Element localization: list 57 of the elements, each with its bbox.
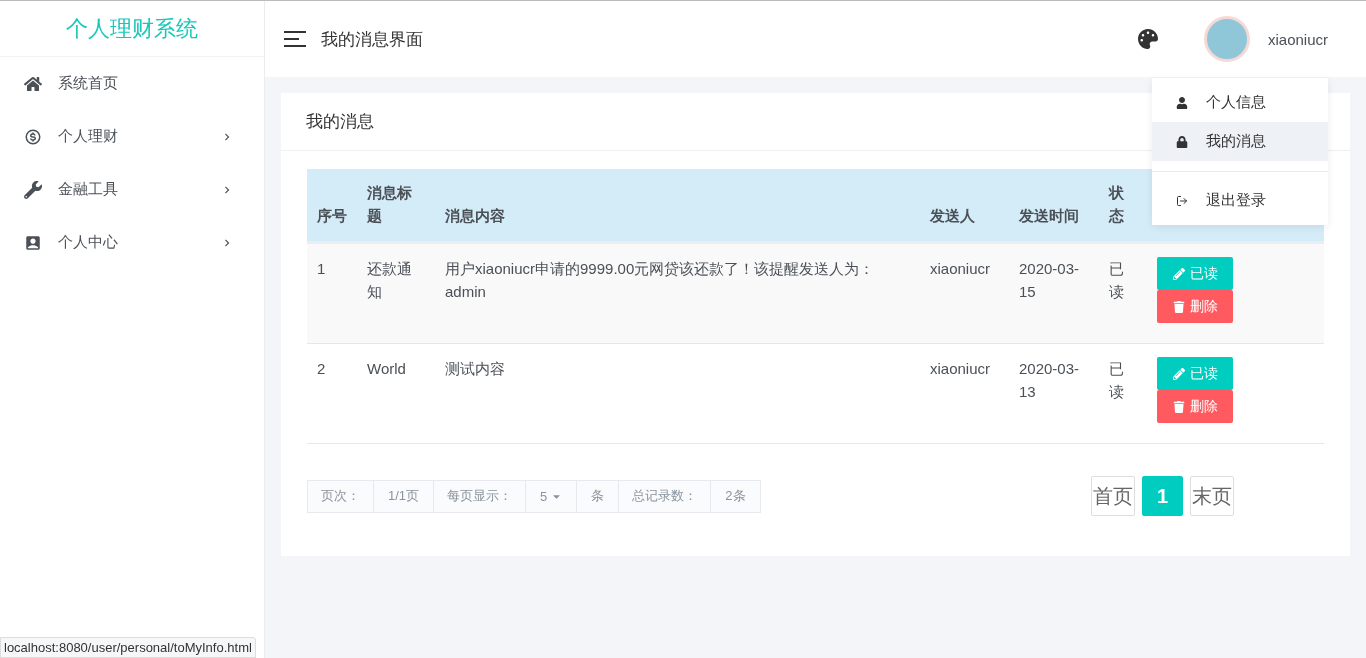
table-cell: 2020-03-13 (1009, 343, 1099, 444)
sidebar-item-label: 系统首页 (58, 74, 119, 93)
table-cell: 2 (307, 343, 357, 444)
dollar-icon (24, 127, 42, 146)
sidebar-item[interactable]: 个人理财 (0, 110, 264, 163)
table-cell: 测试内容 (435, 343, 920, 444)
pager-info-text: 总记录数： (619, 480, 712, 512)
table-cell: 用户xiaoniucr申请的9999.00元网贷该还款了！该提醒发送人为：admin (435, 242, 920, 344)
sidebar-item-label: 个人理财 (58, 127, 119, 146)
pager-info-text: 条 (577, 480, 620, 512)
lock-icon (1176, 135, 1188, 148)
dropdown-item[interactable]: 我的消息 (1152, 122, 1328, 161)
sidebar-item[interactable]: 金融工具 (0, 163, 264, 216)
table-cell: 1 (307, 242, 357, 344)
pencil-icon (1172, 367, 1185, 380)
table-cell: xiaoniucr (920, 242, 1009, 344)
pager-info-text: 2条 (724, 487, 747, 505)
table-cell: xiaoniucr (920, 343, 1009, 444)
status-url: localhost:8080/user/personal/toMyInfo.html (0, 637, 256, 658)
pencil-icon (1172, 267, 1185, 280)
column-header: 发送时间 (1009, 169, 1099, 243)
table-cell: 2020-03-15 (1009, 242, 1099, 344)
username[interactable]: xiaoniucr (1267, 30, 1328, 48)
table-cell: World (357, 343, 435, 444)
pager-info-text: 每页显示： (434, 480, 527, 512)
dropdown-item-label: 个人信息 (1206, 93, 1266, 112)
pager-info-text: 页次： (308, 480, 374, 512)
logout-icon (1176, 194, 1188, 207)
app-logo: 个人理财系统 (0, 1, 264, 57)
sidebar-item-label: 金融工具 (58, 180, 119, 199)
trash-icon (1172, 400, 1185, 413)
contact-card-icon (24, 233, 42, 252)
palette-icon[interactable] (1137, 29, 1158, 49)
pagination-button[interactable]: 末页 (1190, 476, 1234, 516)
user-icon (1176, 96, 1188, 109)
pagination-button[interactable]: 首页 (1091, 476, 1135, 516)
page-title: 我的消息界面 (321, 28, 424, 51)
wrench-icon (24, 180, 42, 199)
table-cell: 还款通知 (357, 242, 435, 344)
dropdown-item-label: 我的消息 (1206, 132, 1266, 151)
pager-info-text: 1/1页 (374, 480, 435, 512)
table-cell: 已读 (1099, 343, 1147, 444)
sidebar-item[interactable]: 系统首页 (0, 57, 264, 110)
dropdown-item[interactable]: 退出登录 (1152, 181, 1328, 220)
dropdown-item-label: 退出登录 (1206, 191, 1266, 210)
column-header: 发送人 (920, 169, 1009, 243)
home-icon (24, 74, 42, 93)
column-header: 消息标题 (357, 169, 435, 243)
sidebar-item-label: 个人中心 (58, 233, 119, 252)
menu-icon[interactable] (283, 30, 307, 48)
sidebar-item[interactable]: 个人中心 (0, 216, 264, 269)
table-cell: 已读 (1099, 242, 1147, 344)
column-header: 序号 (307, 169, 357, 243)
column-header: 消息内容 (435, 169, 920, 243)
dropdown-item[interactable]: 个人信息 (1152, 83, 1328, 122)
column-header: 状态 (1099, 169, 1147, 243)
trash-icon (1172, 300, 1185, 313)
